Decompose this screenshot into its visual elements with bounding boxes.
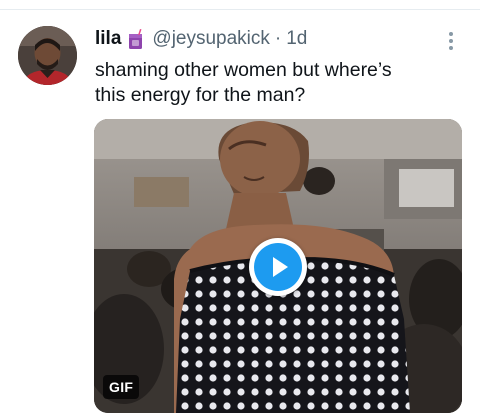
timestamp[interactable]: 1d xyxy=(286,28,307,50)
play-button[interactable] xyxy=(249,238,307,296)
play-icon xyxy=(273,257,288,277)
play-icon-circle xyxy=(254,243,302,291)
more-options-button[interactable] xyxy=(443,30,459,52)
avatar-image xyxy=(18,26,77,85)
divider xyxy=(0,9,480,10)
gif-badge: GIF xyxy=(103,375,140,399)
user-handle[interactable]: @jeysupakick xyxy=(152,28,270,50)
separator-dot: · xyxy=(274,28,282,49)
tweet-text-line: shaming other women but where’s xyxy=(95,59,392,81)
tweet-text: shaming other women but where’s this ene… xyxy=(95,58,455,108)
gif-media[interactable]: GIF xyxy=(94,119,462,413)
tweet-card[interactable]: lila @jeysupakick · 1d shaming other wom… xyxy=(0,0,480,417)
beverage-box-emoji-icon xyxy=(127,28,145,50)
tweet-header: lila @jeysupakick · 1d xyxy=(95,27,307,51)
tweet-text-line: this energy for the man? xyxy=(95,84,306,106)
display-name[interactable]: lila xyxy=(95,28,121,50)
vertical-ellipsis-icon xyxy=(449,32,453,50)
avatar[interactable] xyxy=(18,26,77,85)
